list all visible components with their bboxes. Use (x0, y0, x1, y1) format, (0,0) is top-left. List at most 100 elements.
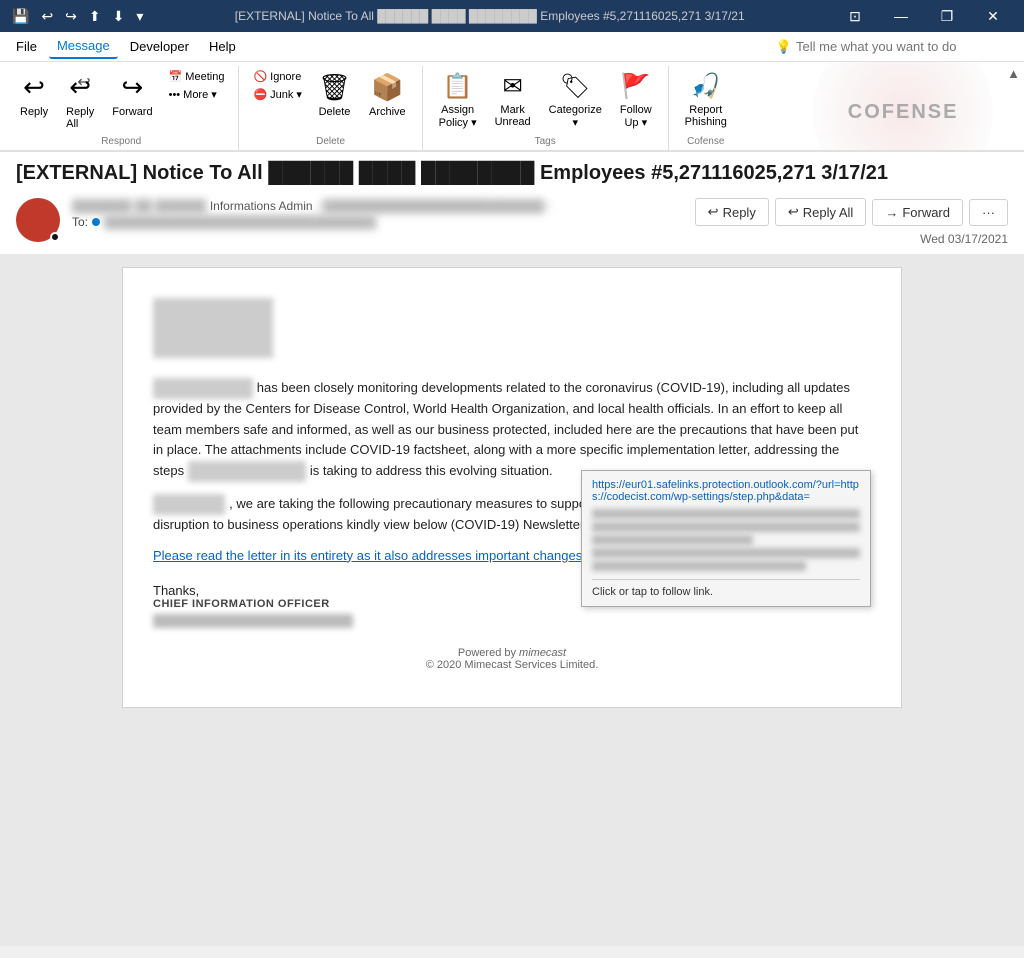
categorize-icon: 🏷 (560, 72, 590, 101)
menu-message[interactable]: Message (49, 34, 118, 59)
delete-label: Delete (319, 106, 351, 118)
mark-unread-icon: ✉ (503, 72, 523, 101)
title-bar-controls[interactable]: 💾 ↩ ↪ ⬆ ⬇ ▾ (8, 6, 147, 27)
tooltip-blurred-5 (592, 561, 806, 571)
more-button[interactable]: ••• More ▾ (163, 86, 231, 103)
window-title: [EXTERNAL] Notice To All ██████ ████ ███… (155, 9, 824, 23)
respond-label: Respond (12, 136, 230, 150)
follow-up-button[interactable]: 🚩 FollowUp ▾ (612, 68, 660, 133)
reply-button[interactable]: ↩ Reply (12, 68, 56, 122)
archive-button[interactable]: 📦 Archive (361, 68, 414, 122)
title-bar: 💾 ↩ ↪ ⬆ ⬇ ▾ [EXTERNAL] Notice To All ███… (0, 0, 1024, 32)
menu-help[interactable]: Help (201, 35, 244, 58)
close-button[interactable]: ✕ (970, 0, 1016, 32)
delete-icon: 🗑 (318, 72, 351, 103)
delete-buttons: 🚫 Ignore ⛔ Junk ▾ 🗑 Delete 📦 Archive (247, 66, 413, 136)
meeting-icon: 📅 (169, 70, 183, 83)
to-dot (92, 218, 100, 226)
mark-unread-label: MarkUnread (495, 104, 531, 128)
forward-button[interactable]: ↪ Forward (104, 68, 160, 122)
powered-by: Powered by mimecast (169, 647, 855, 659)
delete-button[interactable]: 🗑 Delete (310, 68, 359, 122)
powered-by-text: Powered by (458, 647, 516, 659)
forward-inline-button[interactable]: → Forward (872, 199, 963, 226)
link-tooltip: https://eur01.safelinks.protection.outlo… (581, 470, 871, 607)
search-bar[interactable]: 💡 (776, 39, 1016, 55)
cofense-buttons: 🎣 ReportPhishing (677, 66, 735, 136)
assign-policy-icon: 📋 (443, 72, 473, 101)
blurred-org: ████████████ (188, 461, 307, 482)
email-actions-meta: ↩ Reply ↩ Reply All → Forward ··· Wed 03… (695, 198, 1008, 246)
save-icon[interactable]: 💾 (8, 6, 33, 27)
reply-inline-label: Reply (723, 205, 756, 220)
categorize-label: Categorize▾ (549, 104, 602, 129)
reply-inline-button[interactable]: ↩ Reply (695, 198, 769, 226)
email-header: [EXTERNAL] Notice To All ██████ ████ ███… (0, 152, 1024, 255)
junk-button[interactable]: ⛔ Junk ▾ (247, 86, 308, 103)
ribbon-delete-group: 🚫 Ignore ⛔ Junk ▾ 🗑 Delete 📦 Archive (239, 66, 422, 150)
assign-policy-label: AssignPolicy ▾ (439, 104, 477, 129)
report-phishing-icon: 🎣 (691, 72, 721, 101)
archive-icon: 📦 (371, 72, 403, 103)
window-controls[interactable]: ⊡ — ❐ ✕ (832, 0, 1016, 32)
sender-avatar (16, 198, 60, 242)
minimize-button[interactable]: — (878, 0, 924, 32)
sig-blurred-line (153, 614, 353, 628)
tooltip-blurred-4 (592, 548, 860, 558)
reply-all-inline-button[interactable]: ↩ Reply All (775, 198, 866, 226)
search-input[interactable] (796, 39, 1016, 54)
tags-label: Tags (431, 136, 660, 150)
reply-all-inline-icon: ↩ (788, 204, 799, 220)
email-body-wrapper: ██████████ has been closely monitoring d… (0, 255, 1024, 946)
report-phishing-button[interactable]: 🎣 ReportPhishing (677, 68, 735, 132)
maximize-button[interactable]: ❐ (924, 0, 970, 32)
follow-up-label: FollowUp ▾ (620, 104, 652, 129)
reply-all-inline-label: Reply All (803, 205, 854, 220)
tooltip-blurred-1 (592, 509, 860, 519)
to-address-blurred: ████████████████████████████████ (104, 215, 376, 229)
reply-label: Reply (20, 106, 48, 118)
ribbon-cofense-group: 🎣 ReportPhishing Cofense (669, 66, 743, 150)
reply-all-button[interactable]: ↩↩ ReplyAll (58, 68, 102, 134)
collapse-ribbon-button[interactable]: ▲ (1003, 62, 1024, 150)
forward-inline-label: Forward (902, 205, 950, 220)
follow-up-icon: 🚩 (621, 72, 651, 101)
mimecast-brand: mimecast (519, 647, 566, 659)
tooltip-url: https://eur01.safelinks.protection.outlo… (592, 479, 860, 503)
email-subject: [EXTERNAL] Notice To All ██████ ████ ███… (16, 160, 1008, 186)
email-paragraph-1: ██████████ has been closely monitoring d… (153, 378, 871, 482)
down-icon[interactable]: ⬇ (109, 6, 129, 27)
report-phishing-label: ReportPhishing (685, 104, 727, 128)
blurred-name-2: ███████ (153, 494, 225, 515)
respond-buttons: ↩ Reply ↩↩ ReplyAll ↪ Forward (12, 66, 230, 136)
up-icon[interactable]: ⬆ (85, 6, 105, 27)
menu-developer[interactable]: Developer (122, 35, 197, 58)
more-inline-button[interactable]: ··· (969, 199, 1008, 226)
meeting-button[interactable]: 📅 Meeting (163, 68, 231, 85)
undo-icon[interactable]: ↩ (37, 6, 57, 27)
ignore-button[interactable]: 🚫 Ignore (247, 68, 308, 85)
meeting-label: Meeting (185, 71, 224, 83)
redo-icon[interactable]: ↪ (61, 6, 81, 27)
delete-small-col: 🚫 Ignore ⛔ Junk ▾ (247, 68, 308, 103)
lightbulb-icon: 💡 (776, 39, 792, 55)
cofense-label: Cofense (677, 136, 735, 150)
tooltip-blurred-3 (592, 535, 753, 545)
more-label: More ▾ (183, 88, 217, 101)
menu-file[interactable]: File (8, 35, 45, 58)
more-icon[interactable]: ▾ (132, 6, 147, 27)
junk-label: Junk ▾ (270, 88, 302, 101)
menu-bar: File Message Developer Help 💡 (0, 32, 1024, 62)
forward-icon: ↪ (122, 72, 144, 103)
tooltip-blurred-2 (592, 522, 860, 532)
ribbon-respond-group: ↩ Reply ↩↩ ReplyAll ↪ Forward (4, 66, 239, 150)
email-meta: ███████ ██ ██████ Informations Admin <██… (16, 198, 1008, 246)
assign-policy-button[interactable]: 📋 AssignPolicy ▾ (431, 68, 485, 133)
reply-inline-icon: ↩ (708, 204, 719, 220)
categorize-button[interactable]: 🏷 Categorize▾ (541, 68, 610, 133)
forward-label: Forward (112, 106, 152, 118)
more-inline-icon: ··· (982, 205, 995, 220)
mark-unread-button[interactable]: ✉ MarkUnread (487, 68, 539, 132)
restore-button[interactable]: ⊡ (832, 0, 878, 32)
archive-label: Archive (369, 106, 406, 118)
